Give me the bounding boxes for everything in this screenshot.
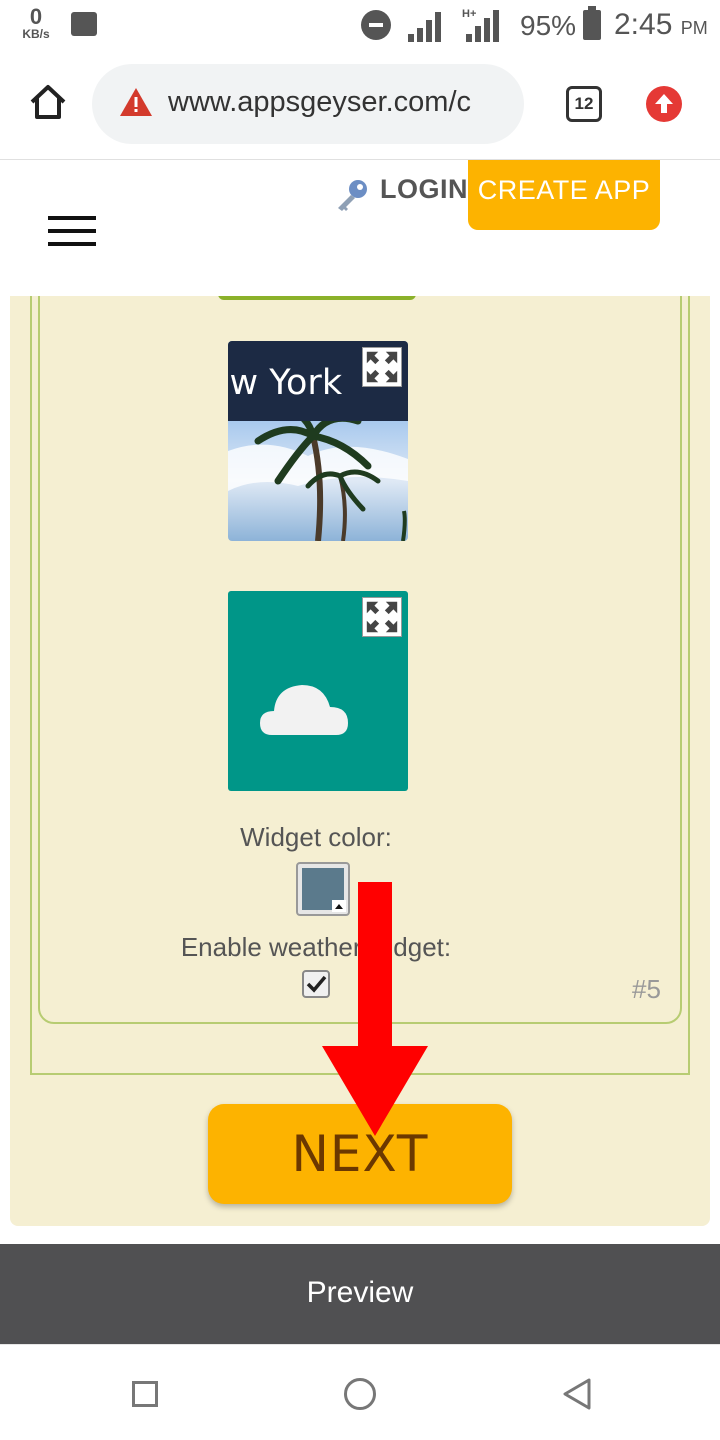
speed-unit: KB/s	[22, 27, 50, 41]
browser-toolbar: www.appsgeyser.com/c 12	[0, 52, 720, 160]
recent-apps-icon[interactable]	[132, 1381, 158, 1407]
clock-ampm: PM	[680, 18, 708, 38]
green-button-edge[interactable]	[218, 296, 416, 300]
site-header: LOGIN CREATE APP	[0, 160, 720, 296]
warning-icon	[120, 88, 152, 116]
photo-widget-preview[interactable]: ew York	[228, 341, 408, 541]
status-bar: 0 KB/s H+ 95% 2:45 PM	[0, 0, 720, 52]
widget-index: #5	[632, 974, 661, 1004]
clock: 2:45 PM	[614, 8, 708, 42]
network-speed: 0 KB/s	[18, 4, 54, 41]
city-title: ew York	[228, 363, 343, 403]
back-icon[interactable]	[562, 1377, 592, 1411]
address-bar[interactable]: www.appsgeyser.com/c	[92, 64, 524, 144]
red-arrow-annotation	[322, 882, 428, 1136]
system-navigation-bar	[0, 1344, 720, 1440]
expand-icon-2[interactable]	[362, 597, 402, 637]
home-icon[interactable]	[28, 82, 68, 122]
clock-time: 2:45	[614, 8, 673, 41]
update-icon[interactable]	[646, 86, 682, 122]
home-circle-icon[interactable]	[344, 1378, 376, 1410]
image-notification-icon	[71, 12, 97, 36]
expand-icon[interactable]	[362, 347, 402, 387]
do-not-disturb-icon	[361, 10, 391, 40]
signal-icon-2	[466, 10, 506, 42]
cloud-icon	[260, 685, 348, 735]
preview-button[interactable]: Preview	[0, 1244, 720, 1344]
widget-color-label: Widget color:	[240, 822, 392, 852]
battery-percent: 95%	[520, 10, 577, 41]
login-link[interactable]: LOGIN	[380, 174, 468, 205]
signal-icon	[408, 10, 448, 42]
hamburger-menu-icon[interactable]	[48, 216, 96, 248]
battery-icon	[583, 6, 601, 40]
create-app-button[interactable]: CREATE APP	[468, 160, 660, 230]
key-icon	[338, 180, 367, 211]
speed-value: 0	[29, 4, 43, 29]
enable-weather-widget-label: Enable weather widget:	[180, 932, 452, 962]
url-text: www.appsgeyser.com/c	[168, 86, 472, 118]
weather-widget-preview[interactable]	[228, 591, 408, 791]
tab-switcher-button[interactable]: 12	[566, 86, 602, 122]
